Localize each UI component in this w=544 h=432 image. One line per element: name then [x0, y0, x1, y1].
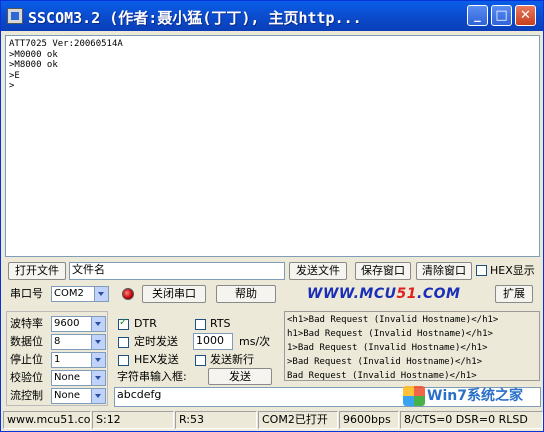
baud-select[interactable]: 9600	[51, 316, 106, 332]
stop-bits-value: 1	[54, 354, 61, 365]
send-newline-label: 发送新行	[210, 353, 254, 366]
site-number: 51	[396, 286, 417, 302]
interval-unit: ms/次	[239, 335, 271, 348]
port-value: COM2	[54, 288, 84, 299]
status-port-state: COM2已打开	[258, 411, 338, 429]
send-button[interactable]: 发送	[208, 368, 272, 385]
flow-control-label: 流控制	[10, 389, 43, 402]
port-status-led-icon	[122, 288, 134, 300]
rts-checkbox[interactable]	[195, 319, 206, 330]
hex-send-checkbox[interactable]	[118, 355, 129, 366]
chevron-down-icon[interactable]	[91, 389, 105, 403]
hex-display-label: HEX显示	[490, 264, 535, 277]
app-icon[interactable]	[7, 8, 23, 24]
port-select[interactable]: COM2	[51, 286, 109, 302]
windows-logo-icon	[403, 386, 425, 406]
data-bits-label: 数据位	[10, 335, 43, 348]
data-bits-select[interactable]: 8	[51, 334, 106, 350]
hex-send-label: HEX发送	[134, 353, 179, 366]
rts-label: RTS	[210, 317, 231, 330]
watermark: Win7系统之家	[403, 385, 543, 413]
parity-label: 校验位	[10, 371, 43, 384]
status-baud: 9600bps	[339, 411, 399, 429]
parity-value: None	[54, 372, 81, 383]
baud-value: 9600	[54, 318, 80, 329]
flow-control-value: None	[54, 390, 81, 401]
interval-input[interactable]: 1000	[193, 333, 233, 350]
chevron-down-icon[interactable]	[94, 287, 108, 301]
status-received: R:53	[175, 411, 257, 429]
receive-area[interactable]: ATT7025 Ver:20060514A >M0000 ok >M8000 o…	[5, 35, 540, 257]
watermark-text: Win7系统之家	[427, 388, 523, 404]
send-newline-checkbox[interactable]	[195, 355, 206, 366]
chevron-down-icon[interactable]	[91, 353, 105, 367]
dtr-checkbox[interactable]	[118, 317, 129, 330]
send-file-button[interactable]: 发送文件	[289, 262, 347, 280]
stop-bits-label: 停止位	[10, 353, 43, 366]
baud-label: 波特率	[10, 317, 43, 330]
minimize-button[interactable]: _	[467, 5, 488, 26]
status-sent: S:12	[92, 411, 174, 429]
file-name-field[interactable]: 文件名	[69, 262, 285, 280]
close-button[interactable]: ✕	[515, 5, 536, 26]
timed-send-checkbox[interactable]	[118, 337, 129, 348]
clear-window-button[interactable]: 清除窗口	[416, 262, 472, 280]
site-prefix: WWW.MCU	[307, 286, 397, 302]
hex-display-checkbox[interactable]	[476, 265, 487, 276]
stop-bits-select[interactable]: 1	[51, 352, 106, 368]
flow-control-select[interactable]: None	[51, 388, 106, 404]
port-label: 串口号	[10, 287, 43, 300]
title-bar[interactable]: SSCOM3.2 (作者:聂小猛(丁丁), 主页http... _ □ ✕	[1, 1, 543, 31]
chevron-down-icon[interactable]	[91, 371, 105, 385]
timed-send-label: 定时发送	[134, 335, 178, 348]
dtr-label: DTR	[134, 317, 157, 330]
maximize-button[interactable]: □	[491, 5, 512, 26]
string-input-label: 字符串输入框:	[117, 370, 187, 383]
site-suffix: .COM	[417, 286, 461, 302]
data-bits-value: 8	[54, 336, 61, 347]
send-history-list[interactable]: <h1>Bad Request (Invalid Hostname)</h1> …	[284, 311, 540, 381]
help-button[interactable]: 帮助	[216, 285, 276, 303]
open-file-button[interactable]: 打开文件	[8, 262, 66, 280]
close-port-button[interactable]: 关闭串口	[142, 285, 206, 303]
window-title: SSCOM3.2 (作者:聂小猛(丁丁), 主页http...	[28, 9, 362, 27]
expand-button[interactable]: 扩展	[495, 285, 533, 303]
status-site: www.mcu51.cor	[3, 411, 91, 429]
save-window-button[interactable]: 保存窗口	[355, 262, 411, 280]
app-window: SSCOM3.2 (作者:聂小猛(丁丁), 主页http... _ □ ✕ AT…	[0, 0, 544, 432]
chevron-down-icon[interactable]	[91, 317, 105, 331]
status-lines: 8/CTS=0 DSR=0 RLSD	[400, 411, 543, 429]
chevron-down-icon[interactable]	[91, 335, 105, 349]
website-banner[interactable]: WWW.MCU51.COM	[307, 286, 460, 302]
parity-select[interactable]: None	[51, 370, 106, 386]
